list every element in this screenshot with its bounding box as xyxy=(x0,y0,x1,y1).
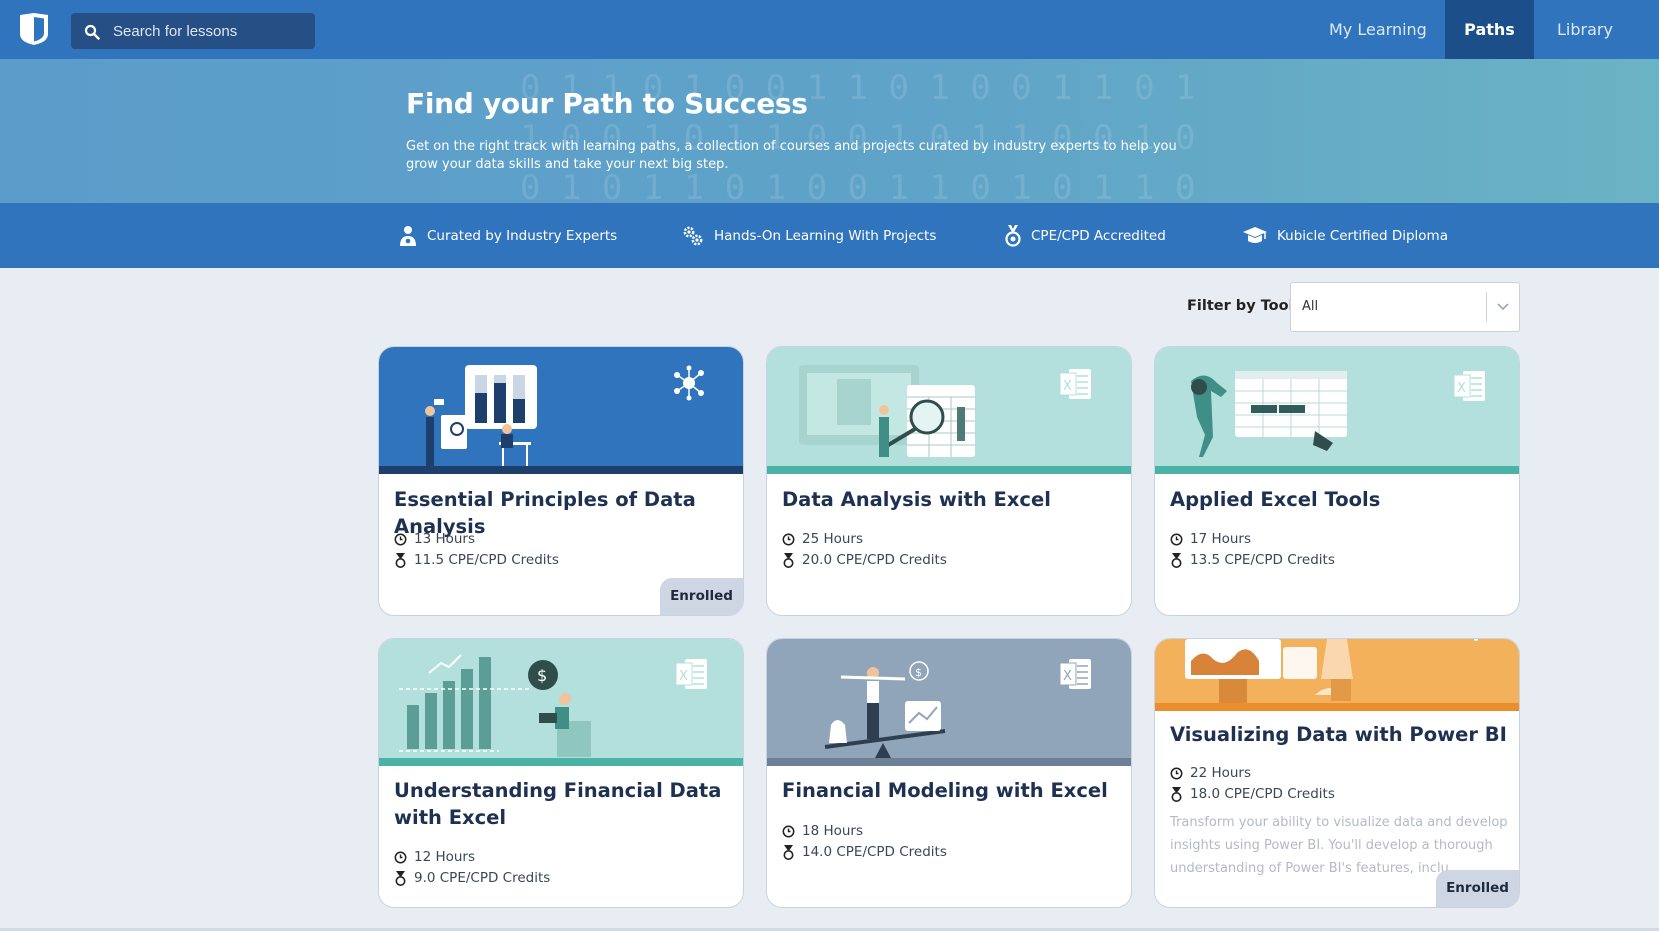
nav-paths[interactable]: Paths xyxy=(1445,0,1534,59)
svg-text:X: X xyxy=(1063,379,1072,394)
card-hours-text: 12 Hours xyxy=(414,849,476,865)
card-title[interactable]: Visualizing Data with Power BI xyxy=(1170,721,1510,748)
clock-icon xyxy=(782,825,795,837)
svg-text:X: X xyxy=(679,669,688,684)
card-hours: 12 Hours xyxy=(394,849,475,865)
card-title[interactable]: Data Analysis with Excel xyxy=(782,486,1122,513)
svg-text:X: X xyxy=(1063,669,1072,684)
medal-icon xyxy=(395,870,406,886)
search-box[interactable] xyxy=(71,13,315,49)
card-title[interactable]: Applied Excel Tools xyxy=(1170,486,1510,513)
excel-icon: X xyxy=(1059,369,1091,399)
feature-label: CPE/CPD Accredited xyxy=(1031,227,1166,244)
medal-icon xyxy=(783,552,794,568)
clock-icon xyxy=(1170,533,1183,545)
medal-icon xyxy=(1005,224,1021,247)
card-hours-text: 13 Hours xyxy=(414,531,476,547)
clock-icon xyxy=(782,533,795,545)
enrolled-badge: Enrolled xyxy=(660,578,743,615)
card-title[interactable]: Understanding Financial Data with Excel xyxy=(394,777,734,831)
hero-subtitle: Get on the right track with learning pat… xyxy=(406,139,1177,172)
card-banner-illustration: X xyxy=(767,347,1131,474)
medal-icon xyxy=(395,552,406,568)
search-input[interactable] xyxy=(113,13,309,49)
feature-curated: Curated by Industry Experts xyxy=(399,203,617,268)
nav-my-learning[interactable]: My Learning xyxy=(1307,0,1449,59)
card-credits: 20.0 CPE/CPD Credits xyxy=(782,552,947,568)
gears-icon xyxy=(683,226,703,245)
path-card[interactable]: $ X Understanding Financial Data with Ex… xyxy=(378,638,744,908)
clock-icon xyxy=(394,851,407,863)
medal-icon xyxy=(1171,552,1182,568)
card-banner-illustration: $ X xyxy=(767,639,1131,766)
card-credits-text: 11.5 CPE/CPD Credits xyxy=(414,552,559,568)
card-hours: 17 Hours xyxy=(1170,531,1251,547)
card-credits: 18.0 CPE/CPD Credits xyxy=(1170,786,1335,802)
medal-icon xyxy=(1171,786,1182,802)
feature-label: Curated by Industry Experts xyxy=(427,227,618,244)
path-card[interactable]: $ X Financial Modeling with Excel 18 Hou… xyxy=(766,638,1132,908)
graduation-cap-icon xyxy=(1243,226,1267,243)
feature-label: Hands-On Learning With Projects xyxy=(714,227,937,244)
card-credits-text: 14.0 CPE/CPD Credits xyxy=(802,844,947,860)
binary-pattern-decoration: 0 1 1 0 1 0 0 1 1 0 1 0 0 1 1 0 1 1 0 0 … xyxy=(520,68,1196,203)
filter-label: Filter by Tool: xyxy=(1187,298,1300,314)
expert-icon xyxy=(400,225,416,246)
path-card[interactable]: X Applied Excel Tools 17 Hours 13.5 CPE/… xyxy=(1154,346,1520,616)
svg-text:$: $ xyxy=(537,666,547,685)
svg-text:X: X xyxy=(1457,381,1466,396)
path-card[interactable]: Essential Principles of Data Analysis 13… xyxy=(378,346,744,616)
nav-library[interactable]: Library xyxy=(1535,0,1635,59)
card-banner-illustration: X xyxy=(1155,347,1519,474)
card-hours-text: 22 Hours xyxy=(1190,765,1252,781)
card-banner-illustration xyxy=(379,347,743,474)
tool-filter-value: All xyxy=(1302,299,1319,314)
excel-icon: X xyxy=(675,659,707,689)
features-strip: Curated by Industry Experts Hands-On Lea… xyxy=(0,203,1659,268)
feature-label: Kubicle Certified Diploma xyxy=(1277,227,1448,244)
kubicle-logo-icon[interactable] xyxy=(18,12,50,46)
card-hours: 18 Hours xyxy=(782,823,863,839)
card-banner-illustration: $ X xyxy=(379,639,743,766)
card-credits: 14.0 CPE/CPD Credits xyxy=(782,844,947,860)
card-hours-text: 25 Hours xyxy=(802,531,864,547)
svg-text:$: $ xyxy=(915,666,922,679)
card-credits: 13.5 CPE/CPD Credits xyxy=(1170,552,1335,568)
excel-icon: X xyxy=(1059,659,1091,689)
clock-icon xyxy=(394,533,407,545)
network-icon xyxy=(674,365,704,401)
card-hours-text: 17 Hours xyxy=(1190,531,1252,547)
path-card[interactable]: Visualizing Data with Power BI 22 Hours … xyxy=(1154,638,1520,908)
card-banner-illustration xyxy=(1155,639,1519,711)
card-title[interactable]: Financial Modeling with Excel xyxy=(782,777,1122,804)
card-hours-text: 18 Hours xyxy=(802,823,864,839)
card-credits-text: 13.5 CPE/CPD Credits xyxy=(1190,552,1335,568)
medal-icon xyxy=(783,844,794,860)
top-navigation-bar: My Learning Paths Library xyxy=(0,0,1659,59)
card-credits-text: 9.0 CPE/CPD Credits xyxy=(414,870,551,886)
card-hours: 25 Hours xyxy=(782,531,863,547)
excel-icon: X xyxy=(1453,371,1485,401)
feature-hands-on: Hands-On Learning With Projects xyxy=(682,203,936,268)
feature-accredited: CPE/CPD Accredited xyxy=(1005,203,1166,268)
card-hours: 22 Hours xyxy=(1170,765,1251,781)
clock-icon xyxy=(1170,767,1183,779)
select-divider xyxy=(1486,292,1487,322)
hero-title: Find your Path to Success xyxy=(406,87,808,120)
tool-filter-select[interactable]: All xyxy=(1290,282,1520,332)
card-hours: 13 Hours xyxy=(394,531,475,547)
card-credits: 11.5 CPE/CPD Credits xyxy=(394,552,559,568)
card-credits: 9.0 CPE/CPD Credits xyxy=(394,870,550,886)
card-credits-text: 20.0 CPE/CPD Credits xyxy=(802,552,947,568)
feature-diploma: Kubicle Certified Diploma xyxy=(1243,203,1448,268)
search-icon xyxy=(84,24,100,40)
path-card[interactable]: X Data Analysis with Excel 25 Hours 20.0… xyxy=(766,346,1132,616)
hero-banner: 0 1 1 0 1 0 0 1 1 0 1 0 0 1 1 0 1 1 0 0 … xyxy=(0,59,1659,203)
enrolled-badge: Enrolled xyxy=(1436,870,1519,907)
chevron-down-icon[interactable] xyxy=(1496,302,1510,312)
card-credits-text: 18.0 CPE/CPD Credits xyxy=(1190,786,1335,802)
